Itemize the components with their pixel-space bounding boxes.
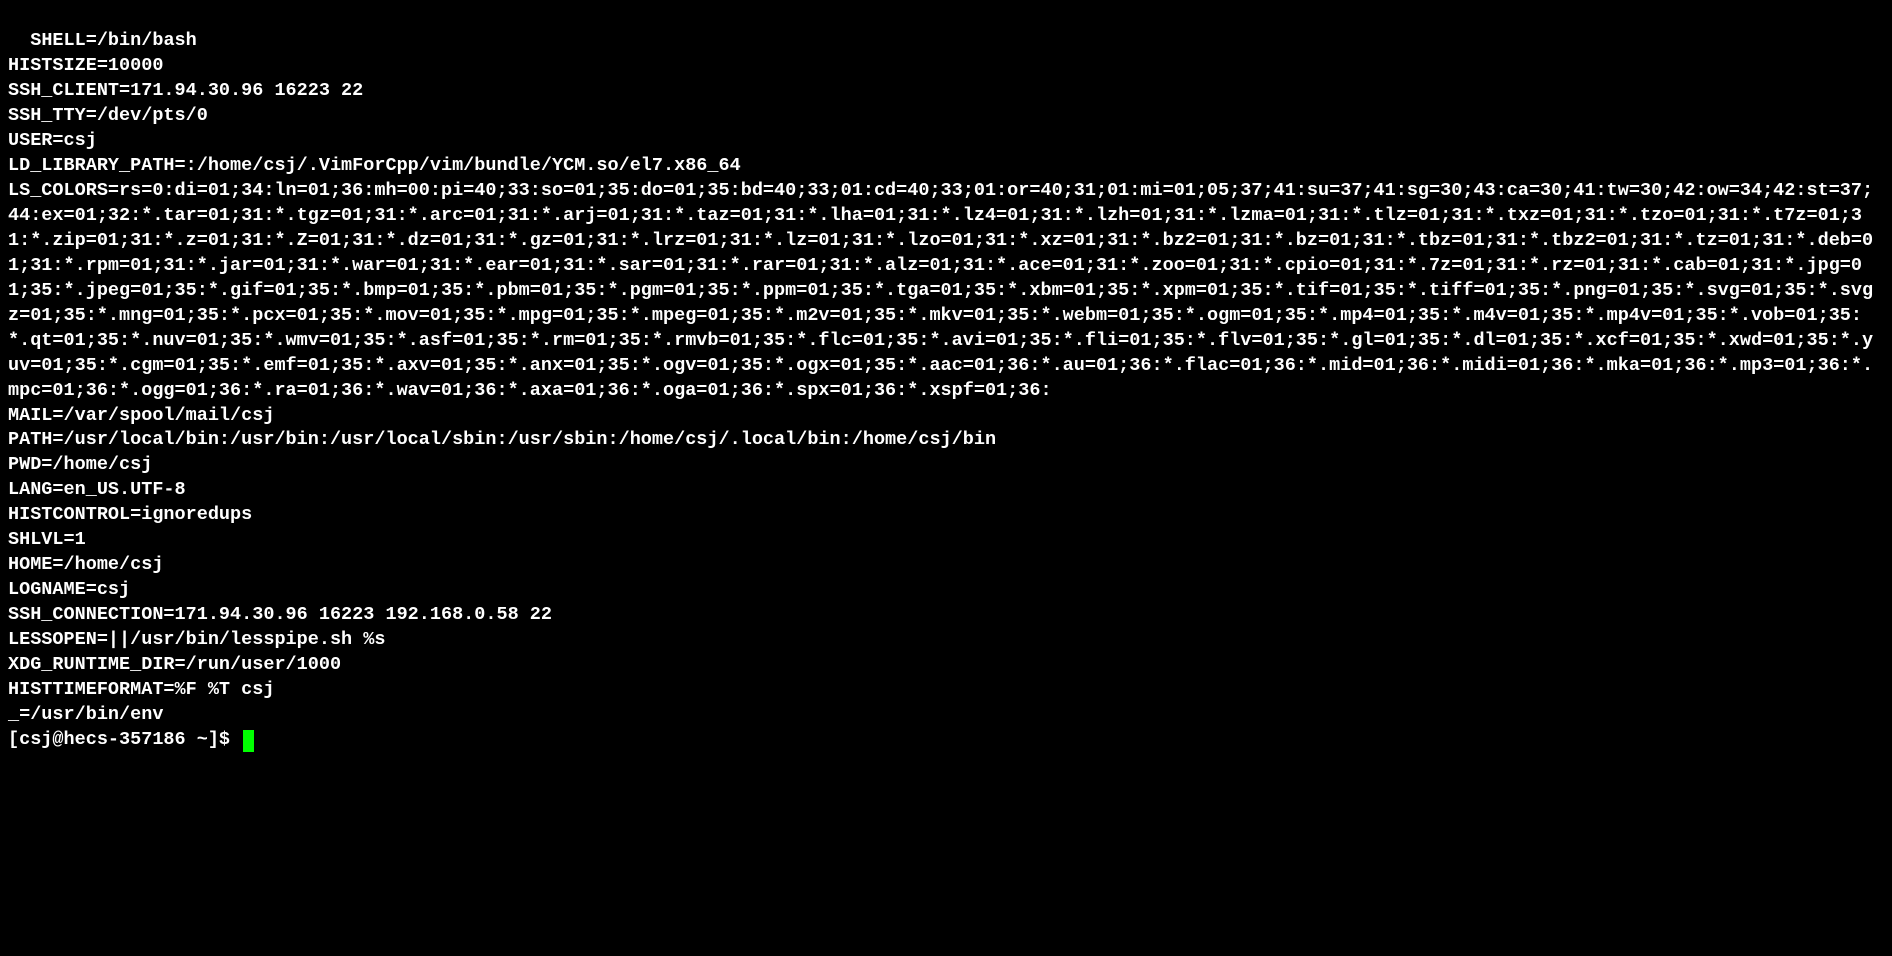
terminal-window[interactable]: SHELL=/bin/bash HISTSIZE=10000 SSH_CLIEN… <box>0 0 1892 778</box>
cursor-block <box>243 730 254 752</box>
shell-prompt: [csj@hecs-357186 ~]$ <box>8 728 241 753</box>
terminal-output: SHELL=/bin/bash HISTSIZE=10000 SSH_CLIEN… <box>8 30 1873 725</box>
